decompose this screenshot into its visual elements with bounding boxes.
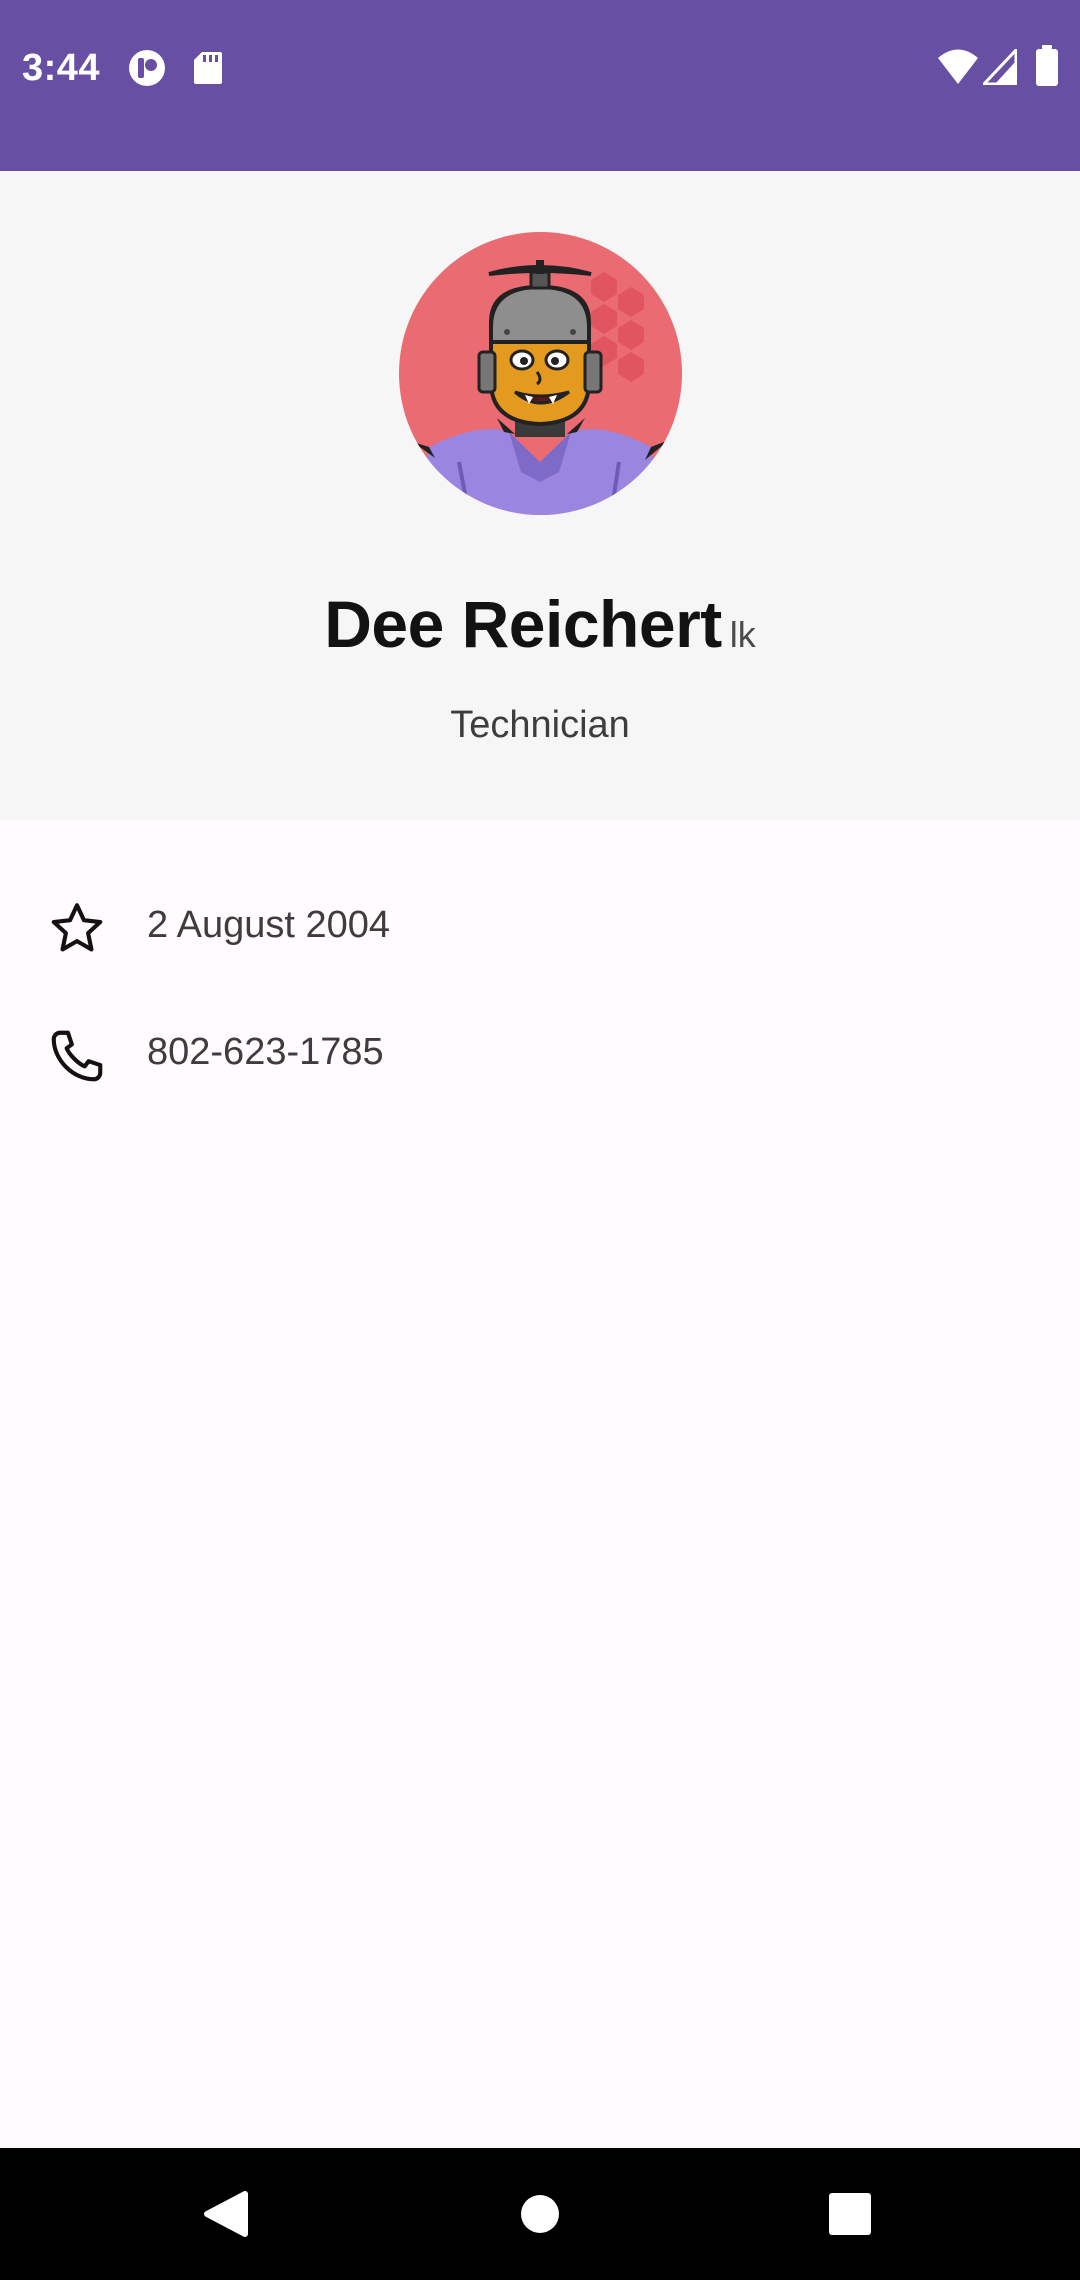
navigation-bar — [0, 2148, 1080, 2280]
home-button[interactable] — [498, 2172, 582, 2256]
wifi-icon — [938, 49, 978, 84]
birthday-text: 2 August 2004 — [147, 904, 390, 946]
app-notification-icon — [129, 50, 165, 86]
signal-icon — [983, 49, 1017, 85]
star-icon — [51, 903, 103, 952]
contact-name: Dee Reichert — [324, 587, 722, 661]
phone-row[interactable]: 802-623-1785 — [0, 995, 1080, 1105]
name-suffix: lk — [729, 614, 756, 655]
recents-button[interactable] — [808, 2172, 892, 2256]
phone-text[interactable]: 802-623-1785 — [147, 1028, 384, 1076]
battery-icon — [1036, 45, 1058, 86]
status-bar: 3:44 — [0, 0, 1080, 171]
job-title: Technician — [450, 704, 630, 746]
status-time: 3:44 — [22, 47, 101, 89]
robot-avatar-image — [399, 232, 682, 515]
name-row: Dee Reichert lk — [0, 586, 1080, 662]
back-button[interactable] — [183, 2172, 267, 2256]
sd-card-icon — [194, 52, 222, 84]
phone-icon — [51, 1030, 103, 1082]
birthday-row: 2 August 2004 — [0, 868, 1080, 978]
avatar[interactable] — [399, 232, 682, 515]
profile-header: Dee Reichert lk Technician — [0, 171, 1080, 820]
